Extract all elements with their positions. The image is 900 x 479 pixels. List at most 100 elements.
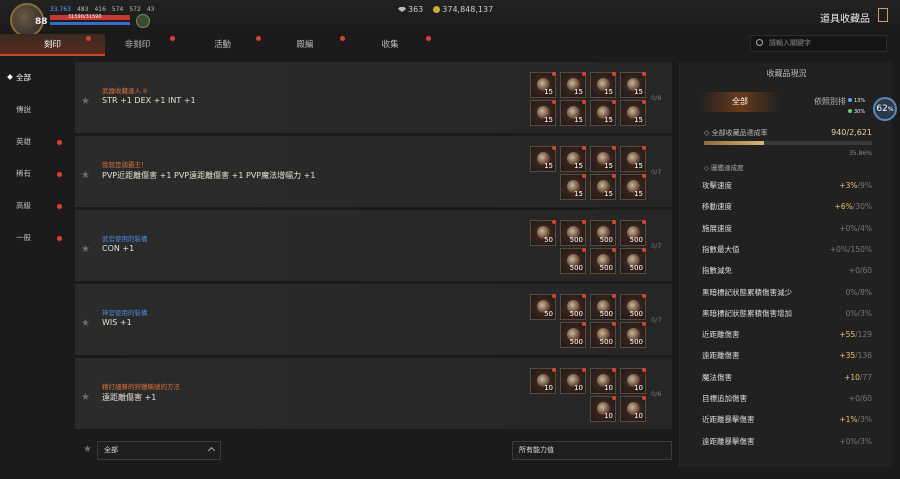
stat-row: 黑暗標記狀態累積傷害增加 0%/3%: [702, 303, 872, 324]
collection-item-slot[interactable]: 15: [530, 146, 556, 172]
main-tabs: 刻印 非刻印 活動 殿編 收集: [0, 34, 745, 56]
notification-dot: [582, 322, 586, 326]
favorite-star-icon[interactable]: ★: [81, 96, 90, 107]
player-level: 88: [35, 17, 48, 27]
collection-item-slot[interactable]: 15: [620, 72, 646, 98]
collection-item-slot[interactable]: 500: [590, 322, 616, 348]
collection-item-slot[interactable]: 10: [530, 368, 556, 394]
sidebar-item-all[interactable]: 全部: [0, 62, 72, 94]
collection-item-slot[interactable]: 50: [530, 294, 556, 320]
stat-value: +0%/150%: [829, 244, 872, 254]
item-quantity: 15: [604, 190, 613, 198]
collection-item-slot[interactable]: 15: [590, 146, 616, 172]
item-quantity: 500: [599, 236, 613, 244]
item-quantity: 15: [604, 88, 613, 96]
collection-row[interactable]: ★ 我就是弱霸王！ PVP近距離傷害 +1 PVP遠距離傷害 +1 PVP魔法增幅力…: [75, 136, 672, 208]
collection-item-slot[interactable]: 15: [560, 100, 586, 126]
favorite-star-icon[interactable]: ★: [81, 318, 90, 329]
collection-bonus: PVP近距離傷害 +1 PVP遠距離傷害 +1 PVP魔法增幅力 +1: [102, 171, 316, 180]
sidebar-item-advanced[interactable]: 高級: [0, 190, 72, 222]
collection-item-slot[interactable]: 15: [560, 72, 586, 98]
collection-item-slot[interactable]: 15: [530, 72, 556, 98]
collection-item-slot[interactable]: 10: [560, 368, 586, 394]
stat-row: 指數減免 +0/60: [702, 260, 872, 281]
sidebar-item-rare[interactable]: 稀有: [0, 158, 72, 190]
collection-item-slot[interactable]: 15: [590, 100, 616, 126]
collection-item-slot[interactable]: 500: [590, 248, 616, 274]
completion-rate-value: 940/2,621: [831, 128, 872, 137]
collection-item-slot[interactable]: 500: [560, 220, 586, 246]
notification-dot: [552, 72, 556, 76]
collection-item-slot[interactable]: 500: [620, 248, 646, 274]
stat-row: 指數最大值 +0%/150%: [702, 239, 872, 260]
player-stats: 33,763 483 416 574 572 43: [50, 6, 154, 13]
collection-category: 武官使用的裝備: [102, 235, 148, 243]
tab-non-engraved[interactable]: 非刻印: [105, 34, 170, 56]
buff-icon[interactable]: [136, 14, 150, 28]
stat-value: +0%/3%: [839, 436, 872, 446]
item-quantity: 15: [634, 162, 643, 170]
collection-item-slot[interactable]: 500: [590, 294, 616, 320]
collection-item-slot[interactable]: 10: [620, 368, 646, 394]
favorite-star-icon[interactable]: ★: [81, 244, 90, 255]
collection-item-slot[interactable]: 500: [590, 220, 616, 246]
mp-bar: [50, 22, 130, 25]
collection-item-slot[interactable]: 15: [620, 146, 646, 172]
stat-row: 遠距離暴擊傷害 +0%/3%: [702, 431, 872, 452]
collection-item-slot[interactable]: 10: [590, 368, 616, 394]
favorite-star-icon[interactable]: ★: [81, 170, 90, 181]
stat-name: 近距離傷害: [702, 330, 740, 340]
notification-dot: [582, 72, 586, 76]
collection-row[interactable]: ★ 神官使用的裝備 WIS +1 0/7 50 500 500 500 500 500 500: [75, 284, 672, 356]
exit-icon[interactable]: [878, 8, 888, 22]
notification-dot: [552, 220, 556, 224]
notification-dot: [57, 140, 62, 145]
favorite-star-icon[interactable]: ★: [83, 444, 92, 455]
collection-item-slot[interactable]: 500: [560, 294, 586, 320]
collection-row[interactable]: ★ 精打細算的狩獵稱號的方法 遠距離傷害 +1 0/6 10 10 10 10 10 10: [75, 358, 672, 430]
stat-name: 黑暗標記狀態累積傷害減少: [702, 287, 792, 297]
collection-item-slot[interactable]: 15: [590, 174, 616, 200]
tab-collect[interactable]: 收集: [360, 34, 420, 56]
sidebar-item-hero[interactable]: 英雄: [0, 126, 72, 158]
ability-filter-select[interactable]: 所有能力值: [512, 441, 672, 460]
collection-bonus: CON +1: [102, 244, 135, 253]
collection-row[interactable]: ★ 武官使用的裝備 CON +1 0/7 50 500 500 500 500 500 500: [75, 210, 672, 282]
collection-item-slot[interactable]: 500: [560, 248, 586, 274]
notification-dot: [642, 322, 646, 326]
collection-item-slot[interactable]: 500: [620, 220, 646, 246]
collection-row[interactable]: ★ 武器收藏達人 II STR +1 DEX +1 INT +1 0/8 15 15 15 1…: [75, 62, 672, 134]
collection-item-slot[interactable]: 15: [620, 100, 646, 126]
collection-item-slot[interactable]: 500: [620, 322, 646, 348]
collection-item-slot[interactable]: 15: [530, 100, 556, 126]
collection-item-slot[interactable]: 10: [590, 396, 616, 422]
sidebar-item-common[interactable]: 一般: [0, 222, 72, 254]
notification-dot: [340, 36, 345, 41]
stat-name: 近距離暴擊傷害: [702, 415, 755, 425]
notification-dot: [612, 248, 616, 252]
item-quantity: 10: [604, 412, 613, 420]
collection-item-slot[interactable]: 15: [590, 72, 616, 98]
collection-item-slot[interactable]: 500: [620, 294, 646, 320]
gem-icon: [398, 7, 406, 12]
collection-item-slot[interactable]: 500: [560, 322, 586, 348]
sidebar-item-legendary[interactable]: 傳說: [0, 94, 72, 126]
collection-item-slot[interactable]: 15: [560, 146, 586, 172]
notification-dot: [582, 248, 586, 252]
collection-progress: 0/8: [651, 94, 662, 102]
rarity-filter-select[interactable]: 全部: [97, 441, 221, 460]
collection-item-slot[interactable]: 50: [530, 220, 556, 246]
tab-edit[interactable]: 殿編: [275, 34, 335, 56]
search-input[interactable]: 請輸入關鍵字: [750, 35, 887, 52]
collection-list: ★ 武器收藏達人 II STR +1 DEX +1 INT +1 0/8 15 15 15 1…: [75, 62, 672, 432]
collection-item-slot[interactable]: 10: [620, 396, 646, 422]
notification-dot: [612, 220, 616, 224]
page-title: 道具收藏品: [820, 14, 870, 25]
item-quantity: 15: [574, 88, 583, 96]
collection-item-slot[interactable]: 15: [560, 174, 586, 200]
tab-event[interactable]: 活動: [190, 34, 255, 56]
stat-2: 483: [77, 6, 89, 13]
tab-status-all[interactable]: 全部: [700, 92, 780, 112]
favorite-star-icon[interactable]: ★: [81, 392, 90, 403]
collection-item-slot[interactable]: 15: [620, 174, 646, 200]
